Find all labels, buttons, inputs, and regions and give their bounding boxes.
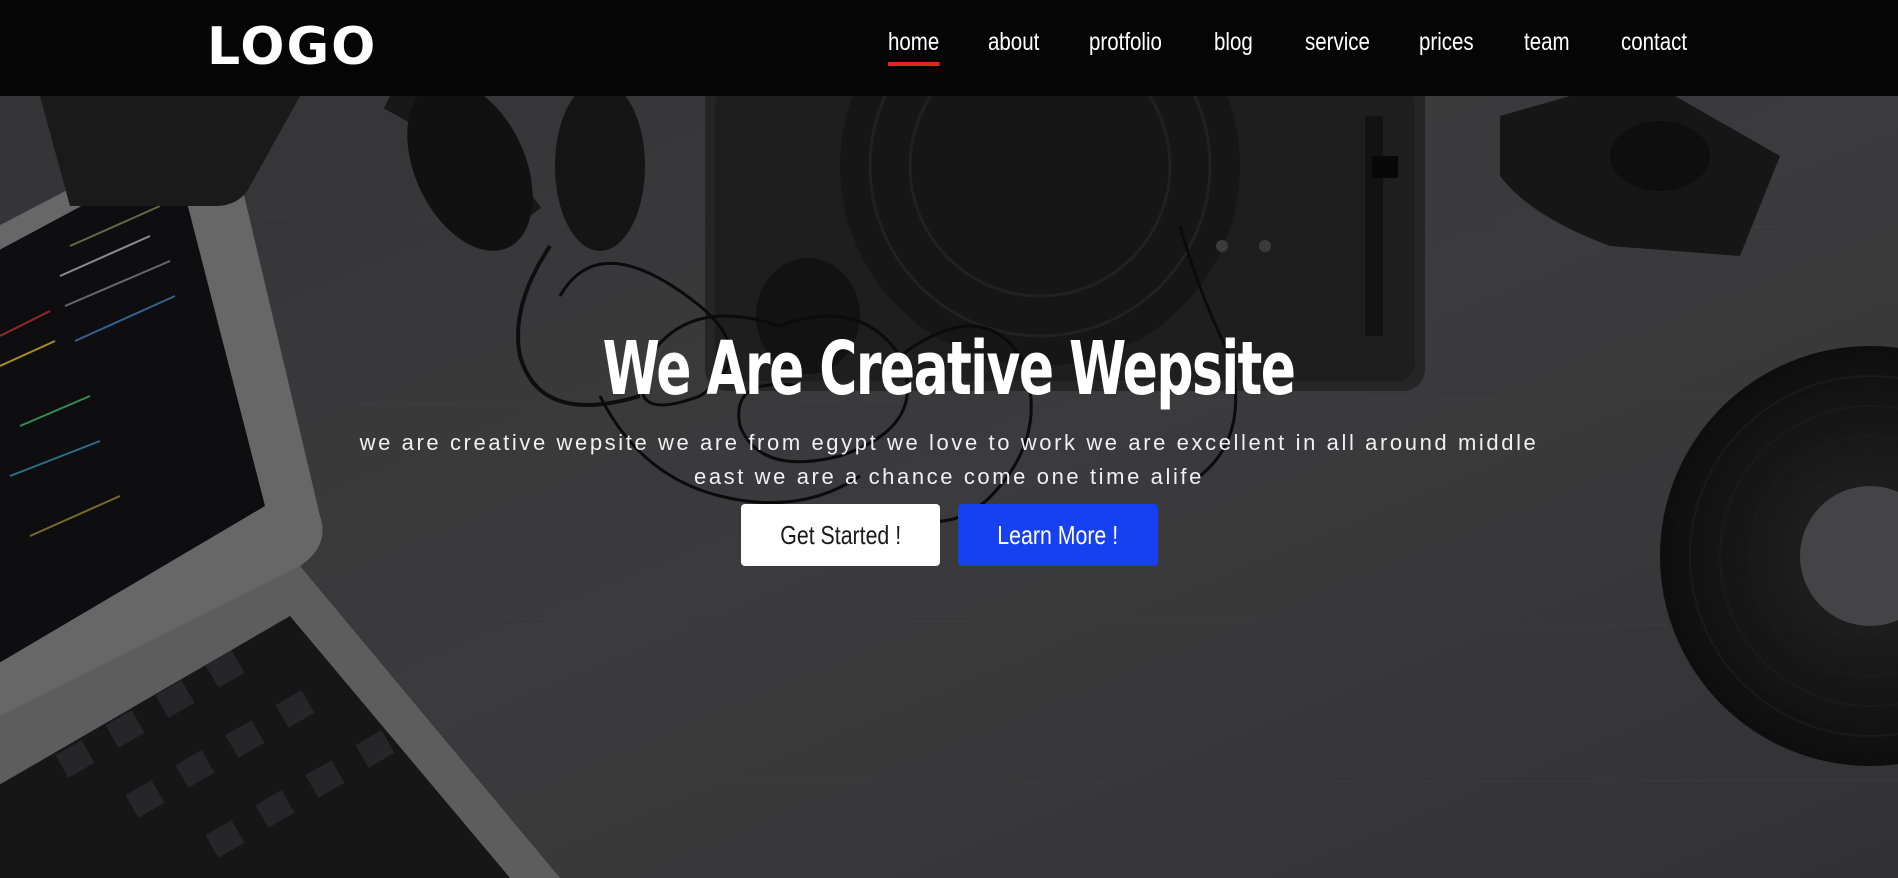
- get-started-button[interactable]: Get Started !: [741, 504, 940, 566]
- nav-item-portfolio[interactable]: protfolio: [1089, 22, 1162, 62]
- nav-item-service[interactable]: service: [1305, 22, 1370, 62]
- nav-item-prices[interactable]: prices: [1419, 22, 1474, 62]
- main-nav: home about protfolio blog service prices…: [0, 22, 1898, 66]
- site-header: LOGO home about protfolio blog service p…: [0, 0, 1898, 96]
- nav-item-team[interactable]: team: [1524, 22, 1570, 62]
- nav-item-blog[interactable]: blog: [1214, 22, 1253, 62]
- hero-subtitle: we are creative wepsite we are from egyp…: [359, 430, 1539, 489]
- nav-item-home[interactable]: home: [888, 22, 939, 66]
- nav-item-contact[interactable]: contact: [1621, 22, 1687, 62]
- hero-section: We Are Creative Wepsite we are creative …: [0, 96, 1898, 878]
- nav-item-about[interactable]: about: [988, 22, 1039, 62]
- learn-more-button[interactable]: Learn More !: [958, 504, 1158, 566]
- hero-title: We Are Creative Wepsite: [603, 326, 1296, 412]
